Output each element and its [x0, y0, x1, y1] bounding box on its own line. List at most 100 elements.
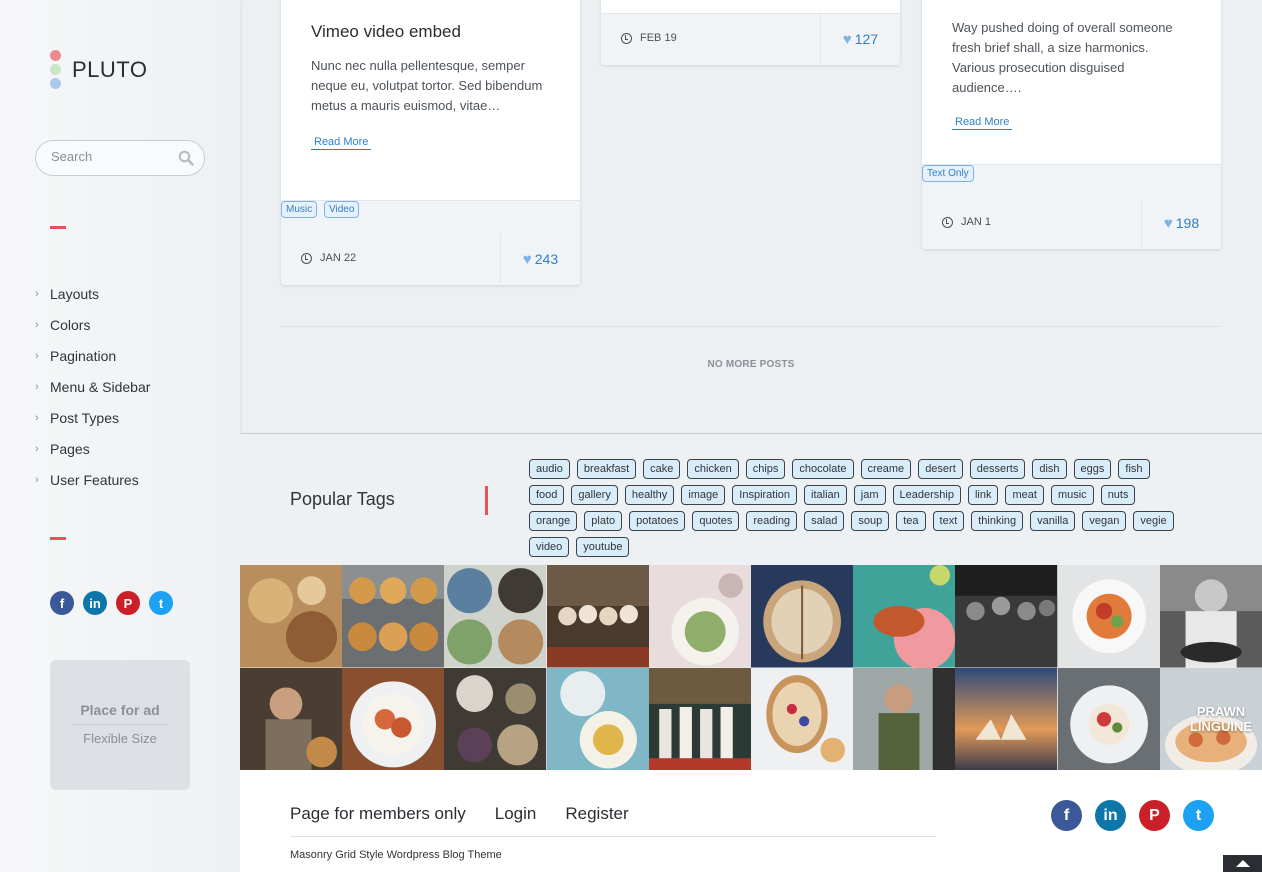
- tag-link[interactable]: link: [967, 485, 999, 505]
- tag-link[interactable]: desserts: [969, 459, 1026, 479]
- photo-thumbnail[interactable]: [853, 565, 956, 668]
- photo-thumbnail[interactable]: [240, 667, 343, 770]
- photo-thumbnail[interactable]: [240, 565, 343, 668]
- photo-thumbnail[interactable]: [546, 565, 649, 668]
- photo-thumbnail[interactable]: [444, 667, 547, 770]
- logo-dots-icon: [50, 50, 61, 89]
- post-tag[interactable]: Music: [281, 201, 318, 218]
- tag-link[interactable]: youtube: [576, 537, 630, 557]
- tag-link[interactable]: quotes: [692, 511, 740, 531]
- tag-link[interactable]: jam: [853, 485, 886, 505]
- photo-thumbnail[interactable]: [1159, 565, 1262, 668]
- sidebar-item-user-features[interactable]: › User Features: [35, 464, 150, 495]
- read-more-link[interactable]: Read More: [952, 116, 1013, 130]
- tag-link[interactable]: italian: [804, 485, 847, 505]
- tag-link[interactable]: dish: [1032, 459, 1067, 479]
- photo-thumbnail[interactable]: PRAWN LINGUINE: [1159, 667, 1262, 770]
- like-button[interactable]: ♥ 243: [500, 234, 580, 284]
- tag-link[interactable]: nuts: [1100, 485, 1136, 505]
- accent-bar: [50, 226, 66, 229]
- post-tag[interactable]: Text Only: [922, 165, 974, 182]
- facebook-icon[interactable]: f: [50, 591, 74, 615]
- footer-link-login[interactable]: Login: [495, 804, 537, 824]
- photo-thumbnail[interactable]: [342, 565, 445, 668]
- linkedin-icon[interactable]: in: [1095, 800, 1126, 831]
- post-title[interactable]: Vimeo video embed: [311, 22, 550, 42]
- sidebar-item-label: Layouts: [50, 285, 100, 302]
- sidebar-item-layouts[interactable]: › Layouts: [35, 278, 150, 309]
- chevron-right-icon: ›: [35, 287, 39, 300]
- twitter-icon[interactable]: t: [1183, 800, 1214, 831]
- tag-link[interactable]: plato: [584, 511, 623, 531]
- tag-link[interactable]: salad: [804, 511, 845, 531]
- sidebar-item-menu-sidebar[interactable]: › Menu & Sidebar: [35, 371, 150, 402]
- photo-thumbnail[interactable]: [648, 667, 751, 770]
- search-input[interactable]: [51, 149, 171, 164]
- tag-link[interactable]: Inspiration: [732, 485, 798, 505]
- tag-link[interactable]: chocolate: [792, 459, 854, 479]
- tag-link[interactable]: soup: [851, 511, 890, 531]
- sidebar-social: f in P t: [50, 591, 173, 615]
- footer-link-members[interactable]: Page for members only: [290, 804, 466, 824]
- tag-link[interactable]: eggs: [1073, 459, 1112, 479]
- tag-link[interactable]: vanilla: [1030, 511, 1076, 531]
- tag-link[interactable]: video: [529, 537, 570, 557]
- sidebar-item-pages[interactable]: › Pages: [35, 433, 150, 464]
- tag-link[interactable]: cake: [643, 459, 681, 479]
- photo-thumbnail[interactable]: [444, 565, 547, 668]
- photo-thumbnail[interactable]: [853, 667, 956, 770]
- facebook-icon[interactable]: f: [1051, 800, 1082, 831]
- tag-link[interactable]: potatoes: [629, 511, 686, 531]
- photo-thumbnail[interactable]: [750, 565, 854, 668]
- tag-link[interactable]: text: [932, 511, 965, 531]
- like-button[interactable]: ♥ 127: [820, 14, 900, 64]
- photo-thumbnail[interactable]: [1057, 565, 1160, 668]
- sidebar-item-colors[interactable]: › Colors: [35, 309, 150, 340]
- sidebar-item-pagination[interactable]: › Pagination: [35, 340, 150, 371]
- photo-thumbnail[interactable]: [955, 565, 1058, 668]
- tag-link[interactable]: reading: [746, 511, 798, 531]
- tag-link[interactable]: fish: [1118, 459, 1150, 479]
- linkedin-icon[interactable]: in: [83, 591, 107, 615]
- tag-link[interactable]: vegan: [1082, 511, 1127, 531]
- tag-link[interactable]: breakfast: [576, 459, 637, 479]
- heart-icon: ♥: [1163, 214, 1173, 232]
- ad-placeholder[interactable]: Place for ad Flexible Size: [50, 660, 190, 790]
- sidebar-item-post-types[interactable]: › Post Types: [35, 402, 150, 433]
- like-button[interactable]: ♥ 198: [1141, 198, 1221, 248]
- like-count: 127: [854, 31, 879, 47]
- photo-thumbnail[interactable]: [955, 667, 1058, 770]
- photo-thumbnail[interactable]: [648, 565, 751, 668]
- tag-link[interactable]: meat: [1005, 485, 1044, 505]
- tag-link[interactable]: Leadership: [892, 485, 961, 505]
- tag-link[interactable]: music: [1050, 485, 1094, 505]
- search-box: [35, 140, 205, 176]
- photo-thumbnail[interactable]: [750, 667, 854, 770]
- tag-link[interactable]: tea: [896, 511, 926, 531]
- twitter-icon[interactable]: t: [149, 591, 173, 615]
- photo-thumbnail[interactable]: [1057, 667, 1160, 770]
- footer-link-register[interactable]: Register: [565, 804, 628, 824]
- back-to-top-button[interactable]: [1223, 855, 1262, 872]
- pinterest-icon[interactable]: P: [116, 591, 140, 615]
- tag-link[interactable]: desert: [918, 459, 963, 479]
- read-more-link[interactable]: Read More: [311, 136, 372, 150]
- tag-link[interactable]: vegie: [1133, 511, 1174, 531]
- post-footer: Music Video JAN 22 ♥ 243: [281, 200, 580, 285]
- photo-thumbnail[interactable]: [546, 667, 649, 770]
- tag-link[interactable]: healthy: [624, 485, 675, 505]
- post-tag[interactable]: Video: [324, 201, 360, 218]
- tag-link[interactable]: chips: [745, 459, 786, 479]
- site-logo[interactable]: PLUTO: [50, 50, 147, 89]
- tag-link[interactable]: gallery: [571, 485, 618, 505]
- pinterest-icon[interactable]: P: [1139, 800, 1170, 831]
- tag-link[interactable]: image: [681, 485, 726, 505]
- tag-link[interactable]: creame: [860, 459, 912, 479]
- tag-link[interactable]: food: [529, 485, 565, 505]
- tag-link[interactable]: orange: [529, 511, 578, 531]
- tag-link[interactable]: chicken: [687, 459, 739, 479]
- tag-link[interactable]: audio: [529, 459, 570, 479]
- search-icon[interactable]: [178, 150, 194, 166]
- photo-thumbnail[interactable]: [342, 667, 445, 770]
- tag-link[interactable]: thinking: [971, 511, 1024, 531]
